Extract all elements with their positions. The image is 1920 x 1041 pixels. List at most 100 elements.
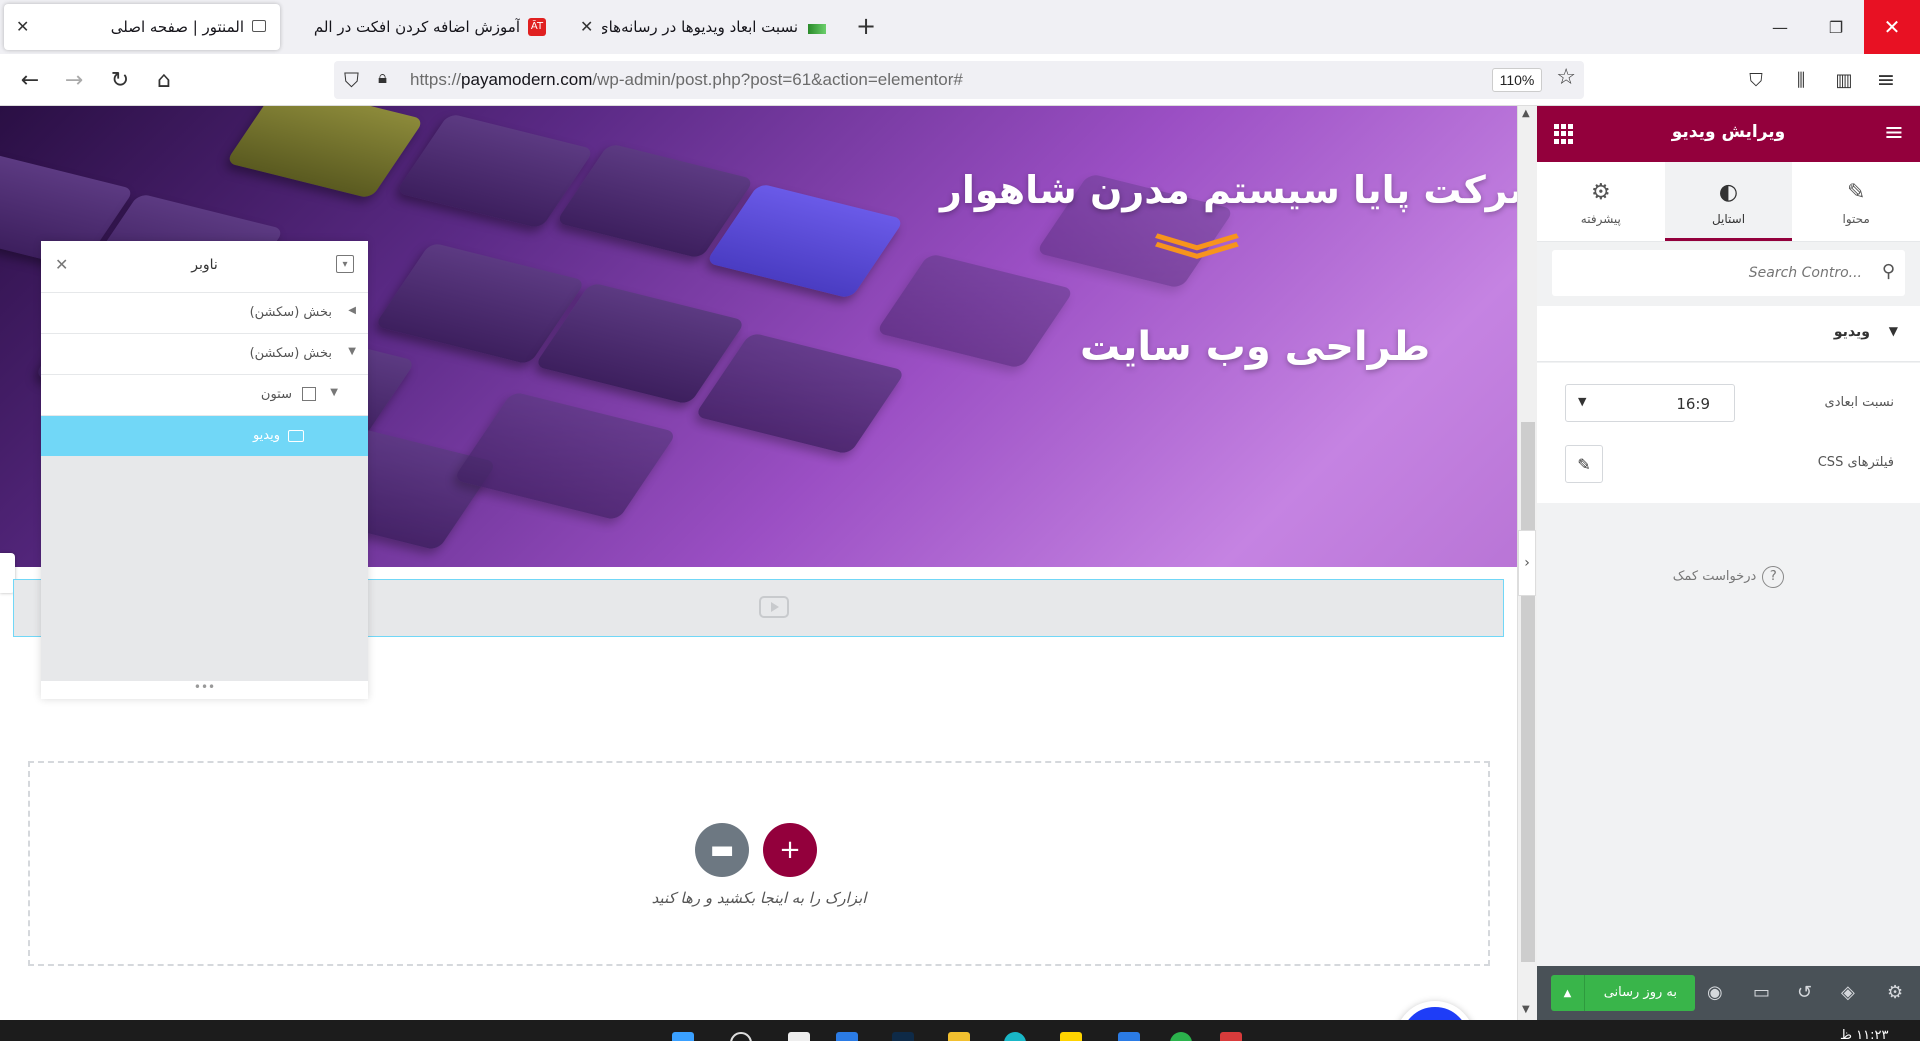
- tab-label: نسبت ابعاد ویدیوها در رسانه‌های: [602, 18, 798, 36]
- close-icon[interactable]: ✕: [580, 17, 593, 36]
- zoom-level[interactable]: 110%: [1492, 68, 1542, 92]
- app-icon[interactable]: [1170, 1032, 1192, 1041]
- reload-icon[interactable]: ↻: [106, 66, 134, 94]
- css-filters-label: فیلترهای CSS: [1817, 455, 1894, 470]
- column-icon: [302, 387, 316, 401]
- section-video-header[interactable]: ▼ ویدیو: [1537, 306, 1920, 362]
- scroll-up-icon[interactable]: ▲: [1522, 108, 1530, 119]
- chat-widget-button[interactable]: …: [1395, 1001, 1475, 1020]
- dropzone-hint: ابزارک را به اینجا بکشید و رها کنید: [651, 889, 867, 907]
- scroll-down-icon[interactable]: ▼: [1522, 1004, 1530, 1015]
- help-label: درخواست کمک: [1672, 569, 1757, 584]
- hero-heading[interactable]: شرکت پایا سیستم مدرن شاهوار: [940, 168, 1517, 212]
- scrollbar-thumb[interactable]: [1521, 422, 1535, 962]
- close-icon[interactable]: ✕: [16, 17, 29, 36]
- restore-icon[interactable]: ❐: [1808, 0, 1864, 54]
- window-close-icon[interactable]: ✕: [1864, 0, 1920, 54]
- windows-start-icon[interactable]: [672, 1032, 694, 1041]
- tab-label: پیشرفته: [1580, 212, 1621, 226]
- back-icon[interactable]: ←: [16, 66, 44, 94]
- app-icon[interactable]: [1118, 1032, 1140, 1041]
- navigator-item-label: بخش (سکشن): [249, 305, 332, 320]
- section-title: ویدیو: [1833, 324, 1870, 340]
- collapse-all-icon[interactable]: ▾: [336, 255, 354, 273]
- sidebar-icon[interactable]: ▥: [1830, 66, 1858, 94]
- caret-up-icon[interactable]: ▲: [1551, 975, 1585, 1011]
- tab-elementor-home[interactable]: المنتور | صفحه اصلی ✕: [4, 4, 280, 50]
- caret-down-icon[interactable]: ▼: [348, 346, 356, 357]
- url-domain: payamodern.com: [461, 70, 593, 89]
- bookmark-star-icon[interactable]: ☆: [1556, 65, 1576, 90]
- taskview-icon[interactable]: [788, 1032, 810, 1041]
- url-text[interactable]: https://payamodern.com/wp-admin/post.php…: [410, 70, 963, 90]
- keyboard-key: [225, 106, 425, 199]
- tab-effects-tutorial[interactable]: ĀT آموزش اضافه کردن افکت در الم ✕: [288, 4, 558, 50]
- layers-icon[interactable]: ◈: [1841, 982, 1855, 1003]
- tab-label: محتوا: [1842, 212, 1870, 226]
- forward-icon[interactable]: →: [60, 66, 88, 94]
- control-search: ⚲: [1552, 250, 1905, 296]
- caret-down-icon[interactable]: ▼: [330, 387, 338, 398]
- tab-advanced[interactable]: ⚙ پیشرفته: [1537, 162, 1665, 241]
- tab-style[interactable]: ◐ استایل: [1664, 162, 1793, 241]
- library-icon[interactable]: ⫼: [1787, 66, 1815, 94]
- panel-title: ویرایش ویدیو: [1671, 122, 1786, 142]
- home-icon[interactable]: ⌂: [150, 66, 178, 94]
- add-section-button[interactable]: +: [763, 823, 817, 877]
- hamburger-menu-icon[interactable]: ≡: [1884, 120, 1904, 144]
- url-path: /wp-admin/post.php?post=61&action=elemen…: [592, 70, 963, 89]
- navigator-item-section[interactable]: ▼ بخش (سکشن): [41, 334, 368, 375]
- new-tab-icon[interactable]: +: [856, 12, 876, 40]
- app-icon[interactable]: [1004, 1032, 1026, 1041]
- clock[interactable]: ۱۱:۲۳ ظ: [1840, 1028, 1888, 1041]
- template-library-button[interactable]: ▬: [695, 823, 749, 877]
- edit-pencil-button[interactable]: ✎: [1565, 445, 1603, 483]
- settings-icon[interactable]: ⚙: [1887, 982, 1903, 1003]
- aspect-ratio-select[interactable]: 16:9 ▼: [1565, 384, 1735, 422]
- widgets-icon[interactable]: [836, 1032, 858, 1041]
- caret-left-icon[interactable]: ◀: [348, 305, 356, 316]
- tab-aspect-ratio[interactable]: نسبت ابعاد ویدیوها در رسانه‌های ✕: [568, 4, 838, 50]
- navigator-item-video[interactable]: ویدیو: [41, 416, 368, 457]
- app-icon[interactable]: [1060, 1032, 1082, 1041]
- panel-toggle-icon[interactable]: ›: [1518, 530, 1536, 596]
- aspect-ratio-label: نسبت ابعادی: [1824, 395, 1894, 410]
- browser-nav-bar: ← → ↻ ⌂ ⛉ 🔒︎ https://payamodern.com/wp-a…: [0, 54, 1920, 106]
- minimize-icon[interactable]: —: [1752, 0, 1808, 54]
- history-icon[interactable]: ↺: [1797, 982, 1812, 1003]
- editor-canvas: شرکت پایا سیستم مدرن شاهوار ︾ طراحی وب س…: [0, 106, 1517, 1020]
- search-input[interactable]: [1562, 260, 1862, 286]
- preview-eye-icon[interactable]: ◉: [1707, 982, 1723, 1003]
- navigator-item-label: ستون: [260, 387, 292, 402]
- pocket-icon[interactable]: ⛉: [1742, 66, 1770, 94]
- update-button[interactable]: به روز رسانی ▲: [1551, 975, 1695, 1011]
- app-icon[interactable]: [892, 1032, 914, 1041]
- keyboard-key: [452, 391, 678, 521]
- help-link[interactable]: ? درخواست کمک: [1537, 566, 1920, 588]
- app-icon[interactable]: [1220, 1032, 1242, 1041]
- add-section-dropzone[interactable]: ▬ + ابزارک را به اینجا بکشید و رها کنید: [28, 761, 1490, 966]
- caret-down-icon: ▼: [1888, 324, 1898, 338]
- navigator-item-label: بخش (سکشن): [249, 346, 332, 361]
- navigator-item-column[interactable]: ▼ ستون: [41, 375, 368, 416]
- section-video-body: نسبت ابعادی 16:9 ▼ فیلترهای CSS ✎: [1537, 363, 1920, 503]
- responsive-icon[interactable]: ▭: [1753, 982, 1770, 1003]
- lock-icon[interactable]: 🔒︎: [378, 68, 387, 88]
- menu-icon[interactable]: ≡: [1872, 66, 1900, 94]
- shield-icon[interactable]: ⛉: [344, 68, 359, 92]
- panel-tabs: ✎ محتوا ◐ استایل ⚙ پیشرفته: [1537, 162, 1920, 242]
- resize-handle[interactable]: •••: [41, 681, 368, 699]
- aspect-ratio-value: 16:9: [1676, 395, 1710, 413]
- tab-label: استایل: [1711, 212, 1746, 226]
- navigator-item-section[interactable]: ◀ بخش (سکشن): [41, 293, 368, 334]
- search-icon[interactable]: [730, 1032, 752, 1041]
- elementor-panel: ویرایش ویدیو ≡ ✎ محتوا ◐ استایل ⚙ پیشرفت…: [1537, 106, 1920, 1020]
- hero-subheading[interactable]: طراحی وب سایت: [1080, 324, 1430, 370]
- panel-footer: ⚙ ◈ ↺ ▭ ◉ به روز رسانی ▲: [1537, 966, 1920, 1020]
- folder-icon[interactable]: [948, 1032, 970, 1041]
- page-favicon-icon: [252, 20, 266, 32]
- navigator-header[interactable]: ✕ ناوبر ▾: [41, 241, 368, 293]
- keyboard-key: [875, 253, 1075, 369]
- tab-content[interactable]: ✎ محتوا: [1792, 162, 1920, 241]
- address-bar[interactable]: ⛉ 🔒︎ https://payamodern.com/wp-admin/pos…: [334, 61, 1584, 99]
